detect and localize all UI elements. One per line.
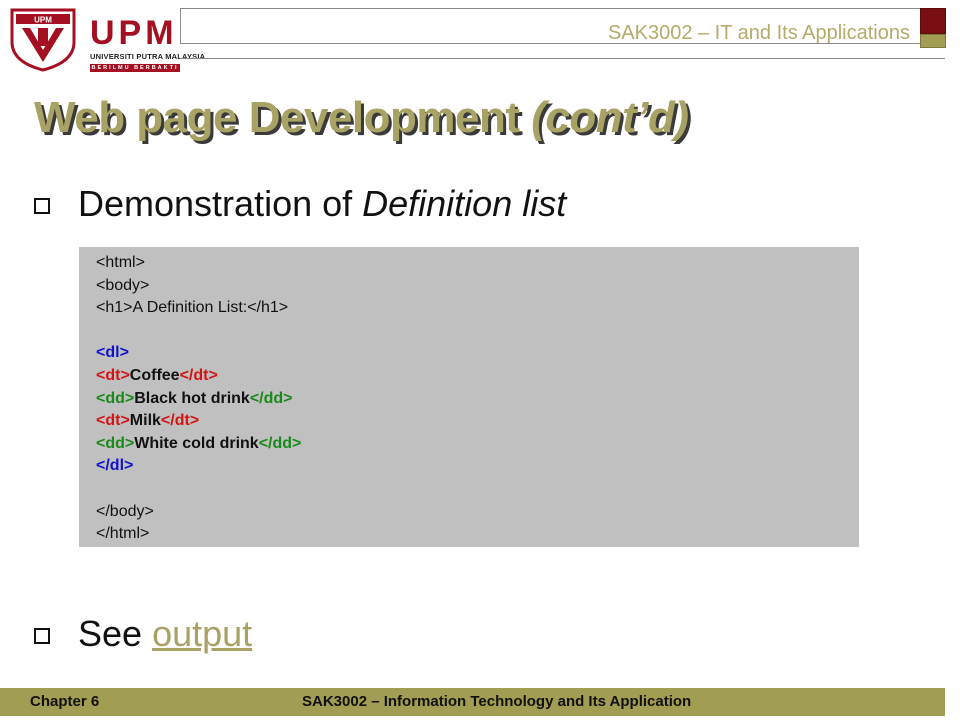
header-square-olive xyxy=(920,34,946,48)
code-line: <dt>Milk</dt> xyxy=(96,410,859,433)
header-divider xyxy=(180,58,945,59)
code-token: Black hot drink xyxy=(134,389,250,407)
code-token: </body> xyxy=(96,502,154,520)
course-title: SAK3002 – IT and Its Applications xyxy=(607,22,910,44)
code-token: White cold drink xyxy=(134,434,259,452)
code-token: </dt> xyxy=(160,412,200,430)
code-line: <html> xyxy=(96,252,859,275)
code-token: </html> xyxy=(96,525,150,543)
code-token: <dt> xyxy=(96,412,130,430)
code-token: Coffee xyxy=(129,366,180,384)
code-line: <dl> xyxy=(96,342,859,365)
bullet-text-lead: See xyxy=(78,613,153,654)
code-token: <h1>A Definition List:</h1> xyxy=(96,299,289,317)
square-bullet-icon xyxy=(34,198,50,214)
code-token: </dd> xyxy=(258,434,302,452)
shield-label: UPM xyxy=(34,16,52,25)
code-line: <dd>Black hot drink</dd> xyxy=(96,388,859,411)
code-line: <body> xyxy=(96,275,859,298)
output-link[interactable]: output xyxy=(152,613,252,654)
header-square-red xyxy=(920,8,946,34)
code-line: <h1>A Definition List:</h1> xyxy=(96,297,859,320)
code-token: <dd> xyxy=(96,434,135,452)
slide-title-main: Web page Development xyxy=(34,93,520,142)
upm-wordmark: UPM xyxy=(90,14,178,52)
code-line: </dl> xyxy=(96,455,859,478)
footer-chapter: Chapter 6 xyxy=(30,693,100,710)
upm-shield-icon: UPM xyxy=(10,8,76,72)
code-token: </dt> xyxy=(179,366,218,384)
code-token: <body> xyxy=(96,276,150,294)
code-token: <dd> xyxy=(96,389,135,407)
code-token: </dd> xyxy=(249,389,293,407)
bullet-text-lead: Demonstration of xyxy=(78,183,363,224)
code-token: <dt> xyxy=(96,366,130,384)
footer-bar: Chapter 6 SAK3002 – Information Technolo… xyxy=(0,688,945,716)
code-line: <dd>White cold drink</dd> xyxy=(96,433,859,456)
code-token: <html> xyxy=(96,254,145,271)
square-bullet-icon xyxy=(34,628,50,644)
upm-logo: UPM UPM UNIVERSITI PUTRA MALAYSIA BERILM… xyxy=(8,6,205,72)
footer-course: SAK3002 – Information Technology and Its… xyxy=(302,693,692,710)
bullet-see-output: See output xyxy=(34,613,252,655)
code-block: <html> <body> <h1>A Definition List:</h1> <… xyxy=(79,247,859,547)
bullet-text: See output xyxy=(78,613,252,655)
code-line: </body> xyxy=(96,501,859,524)
code-token: <dl> xyxy=(96,344,129,362)
code-line: </html> xyxy=(96,523,859,546)
slide-title-suffix: (cont’d) xyxy=(531,93,689,142)
bullet-text: Demonstration of Definition list xyxy=(78,183,566,225)
code-token: </dl> xyxy=(96,457,134,475)
bullet-text-emphasis: Definition list xyxy=(362,183,567,224)
university-motto: BERILMU BERBAKTI xyxy=(90,64,180,72)
university-name: UNIVERSITI PUTRA MALAYSIA xyxy=(90,52,206,61)
code-token: Milk xyxy=(129,412,161,430)
code-line: <dt>Coffee</dt> xyxy=(96,365,859,388)
slide-title: Web page Development (cont’d) xyxy=(34,93,689,143)
bullet-demonstration: Demonstration of Definition list xyxy=(34,183,566,225)
